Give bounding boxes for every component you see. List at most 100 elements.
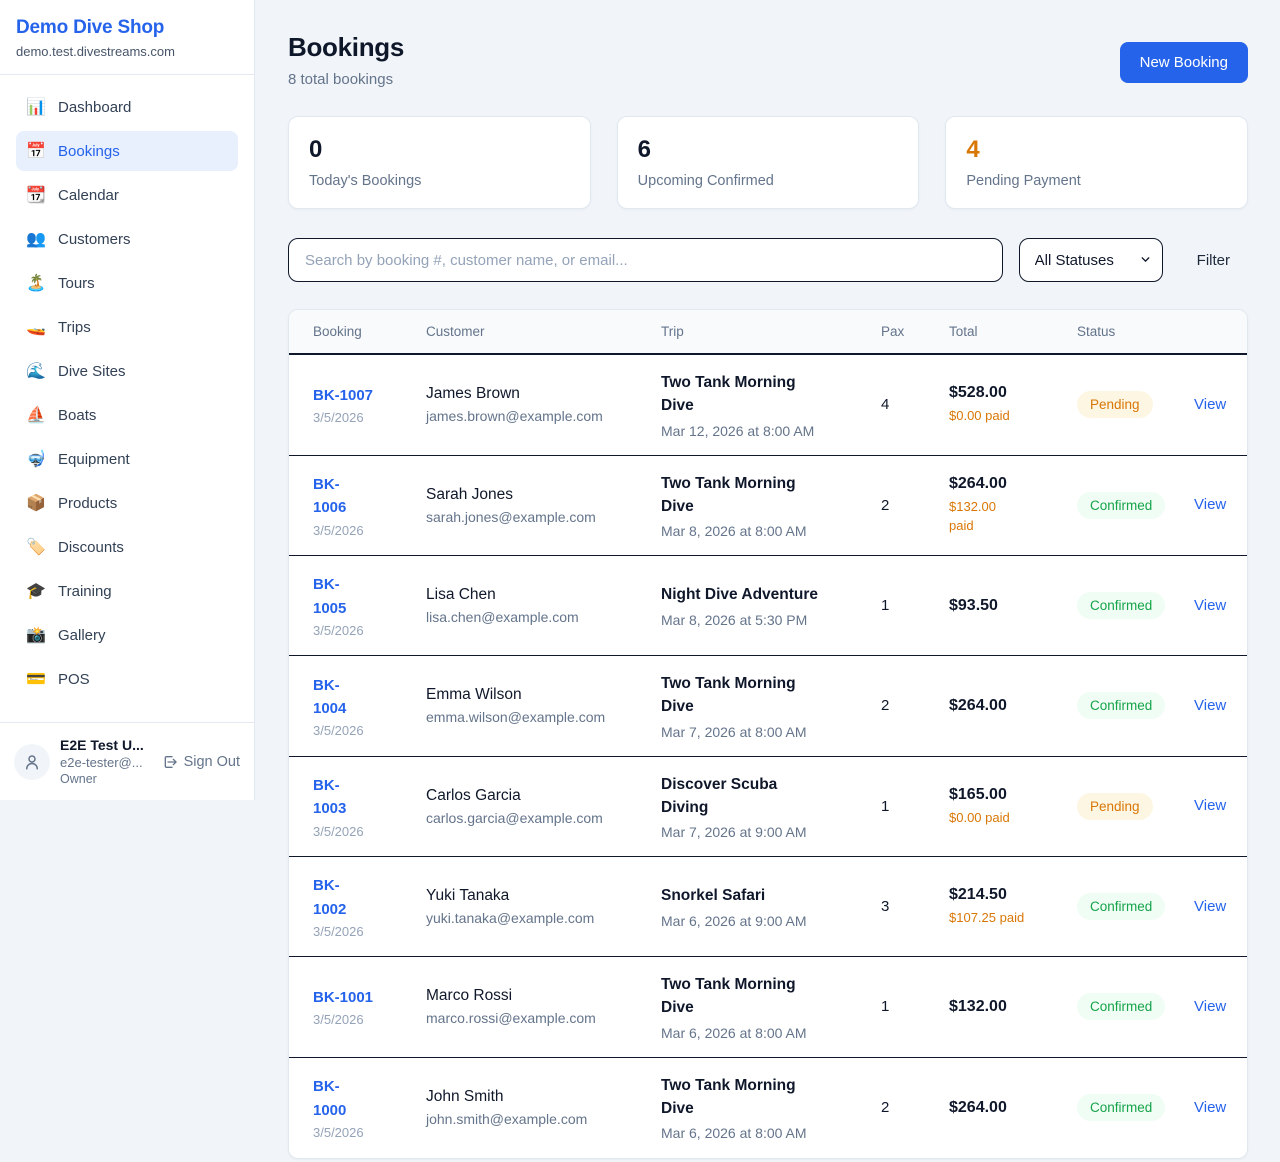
sidebar-item-customers[interactable]: 👥 Customers [16, 219, 238, 259]
customer-cell: John Smith john.smith@example.com [426, 1088, 661, 1127]
search-input[interactable] [288, 238, 1003, 282]
sidebar-item-equipment[interactable]: 🤿 Equipment [16, 439, 238, 479]
dashboard-icon: 📊 [26, 97, 46, 117]
trip-datetime: Mar 8, 2026 at 8:00 AM [661, 523, 871, 539]
sidebar-item-discounts[interactable]: 🏷️ Discounts [16, 527, 238, 567]
booking-number-link[interactable]: BK- 1004 [313, 674, 346, 721]
booking-cell: BK- 1003 3/5/2026 [313, 774, 426, 839]
booking-number-link[interactable]: BK- 1006 [313, 473, 346, 520]
sign-out-button[interactable]: Sign Out [162, 754, 240, 770]
trip-datetime: Mar 6, 2026 at 9:00 AM [661, 913, 871, 929]
view-link[interactable]: View [1194, 496, 1226, 513]
booking-number-link[interactable]: BK- 1003 [313, 774, 346, 821]
pax-count: 1 [881, 597, 949, 614]
user-email: e2e-tester@... [60, 755, 152, 770]
pax-count: 1 [881, 798, 949, 815]
customer-email: lisa.chen@example.com [426, 609, 651, 625]
booking-cell: BK- 1000 3/5/2026 [313, 1075, 426, 1140]
booking-number-link[interactable]: BK- 1002 [313, 874, 346, 921]
sidebar-item-products[interactable]: 📦 Products [16, 483, 238, 523]
person-icon [23, 753, 41, 771]
view-link[interactable]: View [1194, 396, 1226, 413]
brand-domain: demo.test.divestreams.com [16, 44, 238, 59]
gallery-icon: 📸 [26, 625, 46, 645]
view-link[interactable]: View [1194, 597, 1226, 614]
sidebar-item-label: Training [58, 583, 112, 600]
view-link[interactable]: View [1194, 1099, 1226, 1116]
trip-name: Two Tank Morning Dive [661, 371, 871, 418]
total-amount: $214.50 [949, 886, 1067, 904]
view-link[interactable]: View [1194, 697, 1226, 714]
pax-count: 3 [881, 898, 949, 915]
page-subtitle: 8 total bookings [288, 71, 404, 88]
booking-date: 3/5/2026 [313, 623, 416, 638]
stats-row: 0 Today's Bookings 6 Upcoming Confirmed … [288, 116, 1248, 209]
total-cell: $264.00 [949, 697, 1077, 715]
customer-name: Lisa Chen [426, 586, 651, 604]
avatar [14, 744, 50, 780]
user-info: E2E Test U... e2e-tester@... Owner [60, 737, 152, 786]
total-cell: $264.00 $132.00 paid [949, 475, 1077, 536]
sidebar-item-boats[interactable]: ⛵ Boats [16, 395, 238, 435]
calendar-icon: 📆 [26, 185, 46, 205]
status-select[interactable]: All Statuses [1019, 238, 1163, 282]
total-cell: $264.00 [949, 1099, 1077, 1117]
sidebar-item-bookings[interactable]: 📅 Bookings [16, 131, 238, 171]
brand: Demo Dive Shop demo.test.divestreams.com [0, 0, 254, 75]
pos-icon: 💳 [26, 669, 46, 689]
booking-number-link[interactable]: BK- 1005 [313, 573, 346, 620]
sidebar-item-gallery[interactable]: 📸 Gallery [16, 615, 238, 655]
sidebar-item-pos[interactable]: 💳 POS [16, 659, 238, 699]
status-cell: Confirmed [1077, 1094, 1194, 1121]
sidebar-item-trips[interactable]: 🚤 Trips [16, 307, 238, 347]
actions-cell: View [1194, 396, 1236, 414]
bookings-icon: 📅 [26, 141, 46, 161]
trip-name: Snorkel Safari [661, 884, 871, 907]
customer-name: James Brown [426, 385, 651, 403]
equipment-icon: 🤿 [26, 449, 46, 469]
filter-button[interactable]: Filter [1179, 252, 1248, 269]
view-link[interactable]: View [1194, 998, 1226, 1015]
stat-value: 0 [309, 136, 570, 164]
stat-label: Today's Bookings [309, 173, 570, 189]
trip-name: Two Tank Morning Dive [661, 472, 871, 519]
products-icon: 📦 [26, 493, 46, 513]
filter-row: All Statuses Filter [288, 238, 1248, 282]
sign-out-label: Sign Out [184, 754, 240, 770]
booking-cell: BK- 1006 3/5/2026 [313, 473, 426, 538]
column-header-status: Status [1077, 324, 1194, 339]
dive-sites-icon: 🌊 [26, 361, 46, 381]
booking-number-link[interactable]: BK- 1000 [313, 1075, 346, 1122]
booking-number-link[interactable]: BK-1007 [313, 384, 373, 407]
total-amount: $132.00 [949, 998, 1067, 1016]
customer-name: Yuki Tanaka [426, 887, 651, 905]
sidebar-item-label: Equipment [58, 451, 130, 468]
stat-card-todays-bookings: 0 Today's Bookings [288, 116, 591, 209]
booking-number-link[interactable]: BK-1001 [313, 986, 373, 1009]
booking-cell: BK- 1004 3/5/2026 [313, 674, 426, 739]
status-badge: Confirmed [1077, 893, 1165, 920]
sidebar-item-calendar[interactable]: 📆 Calendar [16, 175, 238, 215]
customer-cell: Sarah Jones sarah.jones@example.com [426, 486, 661, 525]
booking-cell: BK- 1005 3/5/2026 [313, 573, 426, 638]
paid-amount: $132.00 paid [949, 497, 1067, 536]
sidebar-item-tours[interactable]: 🏝️ Tours [16, 263, 238, 303]
view-link[interactable]: View [1194, 797, 1226, 814]
stat-label: Upcoming Confirmed [638, 173, 899, 189]
view-link[interactable]: View [1194, 898, 1226, 915]
trip-name: Discover Scuba Diving [661, 773, 871, 820]
trip-datetime: Mar 7, 2026 at 8:00 AM [661, 724, 871, 740]
page-header: Bookings 8 total bookings New Booking [288, 32, 1248, 88]
sidebar-item-label: Calendar [58, 187, 119, 204]
customer-cell: Lisa Chen lisa.chen@example.com [426, 586, 661, 625]
sidebar-item-training[interactable]: 🎓 Training [16, 571, 238, 611]
sidebar-item-dive-sites[interactable]: 🌊 Dive Sites [16, 351, 238, 391]
sidebar: Demo Dive Shop demo.test.divestreams.com… [0, 0, 255, 800]
stat-label: Pending Payment [966, 173, 1227, 189]
booking-date: 3/5/2026 [313, 1012, 416, 1027]
new-booking-button[interactable]: New Booking [1120, 42, 1248, 83]
sidebar-item-dashboard[interactable]: 📊 Dashboard [16, 87, 238, 127]
sidebar-item-label: Bookings [58, 143, 120, 160]
trip-cell: Discover Scuba Diving Mar 7, 2026 at 9:0… [661, 773, 881, 841]
status-badge: Pending [1077, 391, 1153, 418]
